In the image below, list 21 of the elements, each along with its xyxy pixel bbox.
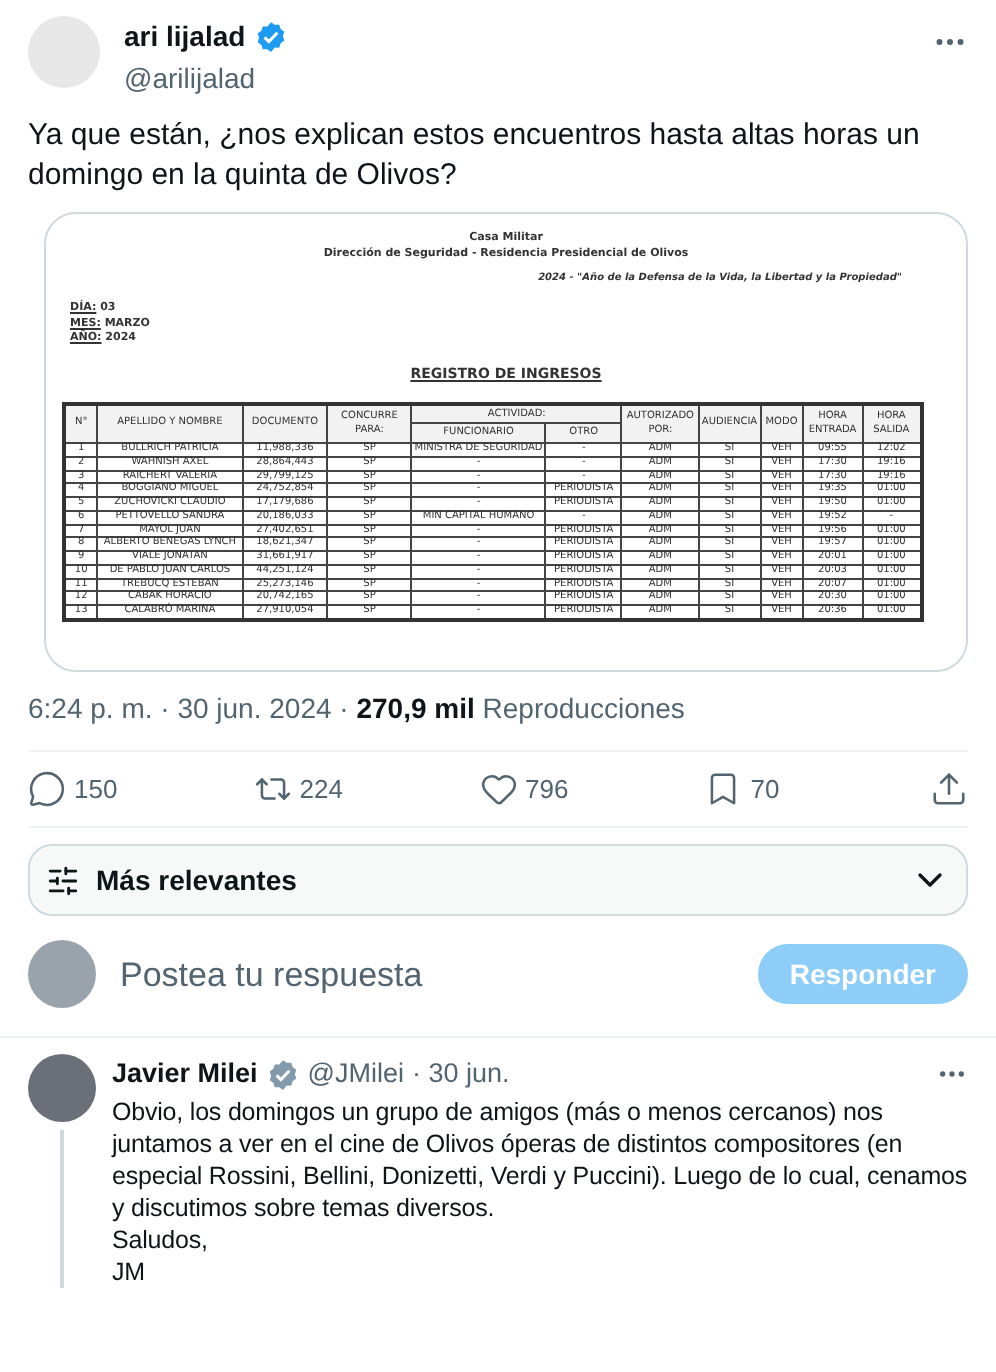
share-icon[interactable] xyxy=(930,770,968,809)
post-timestamp: 6:24 p. m. · 30 jun. 2024 · 270,9 mil Reproducciones xyxy=(28,689,687,728)
author-handle[interactable]: @arilijalad xyxy=(124,58,932,100)
post-text: Ya que están, ¿nos explican estos encuentros hasta altas horas un domingo en la quinta de Olivos? xyxy=(26,116,922,196)
action-count: 70 xyxy=(750,771,780,808)
author-handle[interactable]: @JMilei xyxy=(307,1054,405,1096)
action-count: 224 xyxy=(299,771,343,808)
avatar[interactable] xyxy=(28,1054,96,1123)
sliders-icon xyxy=(46,863,80,898)
author-name[interactable]: ari lijalad xyxy=(124,16,246,58)
reply-text: Obvio, los domingos un grupo de amigos (más o menos cercanos) nos juntamos a ver en el cine de Olivos óperas de distintos compositores (en especial Rossini, Bellini, Donizetti, Verdi y Puccini). Luego de lo cual, cenamos y discutimos sobre temas diversos. xyxy=(112,1095,968,1224)
reply-icon[interactable] xyxy=(28,770,66,809)
author-name[interactable]: Javier Milei xyxy=(112,1054,258,1096)
avatar[interactable] xyxy=(28,940,96,1009)
heart-icon[interactable] xyxy=(479,770,517,809)
reply-text: Saludos, xyxy=(112,1223,210,1256)
action-count: 150 xyxy=(74,771,118,808)
action-count: 796 xyxy=(525,771,569,808)
post-time: · 30 jun. xyxy=(412,1056,510,1093)
reply-text: JM xyxy=(112,1255,147,1288)
sort-dropdown[interactable]: Más relevantes xyxy=(28,844,968,917)
